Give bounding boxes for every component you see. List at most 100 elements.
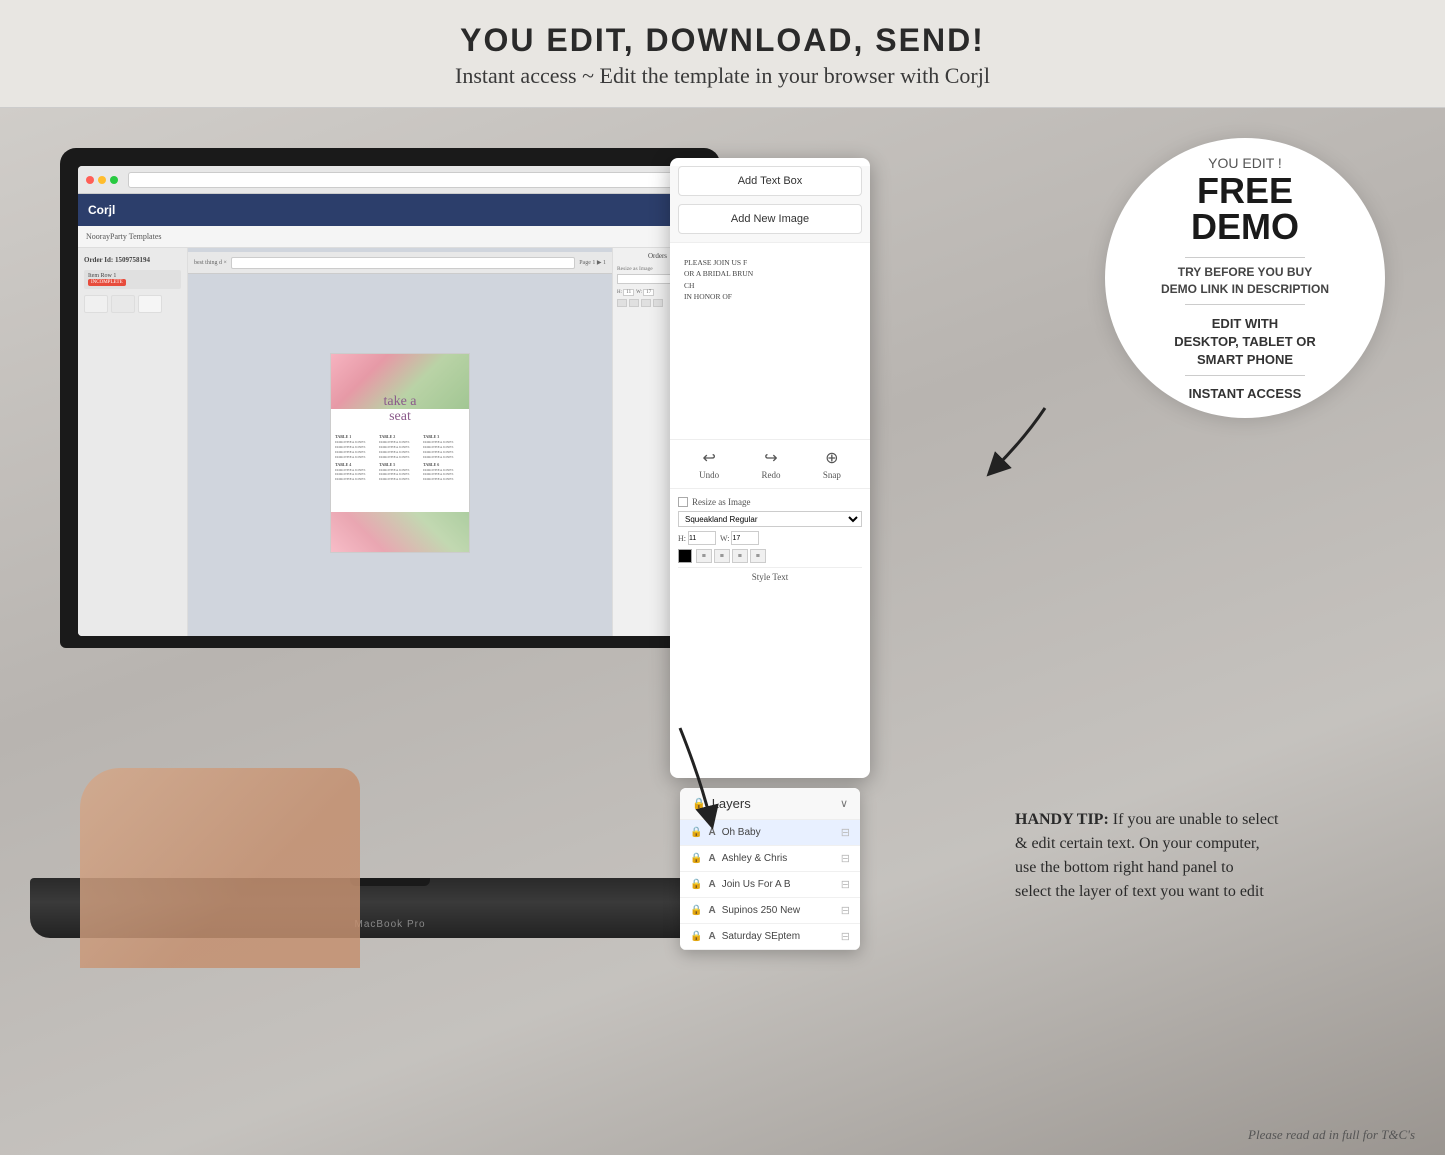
design-script-text: take aseat [331, 394, 469, 425]
redo-button[interactable]: ↪ Redo [761, 448, 780, 480]
table-col-2: TABLE 2 DOROTHEA JONESDOROTHEA JONESDORO… [379, 434, 421, 460]
align-right-btn[interactable]: ≡ [732, 549, 748, 563]
height-input[interactable] [688, 531, 716, 545]
table-col-3: TABLE 3 DOROTHEA JONESDOROTHEA JONESDORO… [423, 434, 465, 460]
align-btn-4[interactable] [653, 299, 663, 307]
layers-chevron-icon[interactable]: ∨ [840, 797, 848, 810]
color-swatch-black[interactable] [678, 549, 692, 563]
top-banner: YOU EDIT, DOWNLOAD, SEND! Instant access… [0, 0, 1445, 108]
resize-checkbox[interactable] [678, 497, 688, 507]
layer-item-2[interactable]: 🔒 A Join Us For A B ⊟ [680, 872, 860, 898]
layer-type-4: A [708, 931, 715, 942]
demo-divider-1 [1185, 257, 1305, 258]
layer-type-1: A [708, 853, 715, 864]
redo-label: Redo [761, 470, 780, 480]
floral-bottom [331, 512, 469, 552]
app-nav[interactable]: NoorayParty Templates [78, 226, 702, 248]
add-image-button[interactable]: Add New Image [678, 204, 862, 234]
layer-type-3: A [708, 905, 715, 916]
align-btn-1[interactable] [617, 299, 627, 307]
canvas-toolbar-text: best thing d × [194, 260, 227, 266]
demo-link-text: DEMO LINK IN DESCRIPTION [1161, 282, 1329, 296]
arrow-to-layers [620, 718, 740, 838]
mobile-controls: ↩ Undo ↪ Redo ⊕ Snap [670, 439, 870, 489]
align-justify-btn[interactable]: ≡ [750, 549, 766, 563]
table-col-6: TABLE 6 DOROTHEA JONESDOROTHEA JONESDORO… [423, 462, 465, 483]
footer-text: Please read ad in full for T&C's [1248, 1127, 1415, 1143]
align-btn-2[interactable] [629, 299, 639, 307]
thumbnail-1[interactable] [84, 295, 108, 313]
align-left-btn[interactable]: ≡ [696, 549, 712, 563]
font-select-mobile[interactable]: Squeakland Regular [678, 511, 862, 527]
app-content: Corjl NoorayParty Templates Order Id: 15… [78, 194, 702, 636]
resize-label: Resize as Image [692, 497, 750, 507]
design-preview: take aseat TABLE 1 DOROTHEA JONESDOROTHE… [330, 353, 470, 553]
mobile-preview-text: PLEASE JOIN US F OR A BRIDAL BRUN CH IN … [678, 251, 862, 431]
thumbnail-2[interactable] [111, 295, 135, 313]
canvas-toolbar: best thing d × Page 1 ▶ 1 [188, 252, 612, 274]
demo-divider-2 [1185, 304, 1305, 305]
handy-tip-text: HANDY TIP: If you are unable to select &… [1015, 808, 1395, 904]
align-center-btn[interactable]: ≡ [714, 549, 730, 563]
try-before-text: TRY BEFORE YOU BUY [1178, 265, 1312, 279]
width-field: W: [720, 531, 759, 545]
canvas-search[interactable] [231, 257, 575, 269]
browser-chrome [78, 166, 702, 194]
layer-delete-2[interactable]: ⊟ [841, 878, 850, 891]
app-sidebar: Order Id: 1509758194 Item Row 1 INCOMPLE… [78, 248, 188, 636]
main-area: Corjl NoorayParty Templates Order Id: 15… [0, 108, 1445, 1155]
layer-name-4: Saturday SEptem [722, 931, 835, 942]
browser-close-dot [86, 176, 94, 184]
thumbnail-3[interactable] [138, 295, 162, 313]
demo-you-edit: YOU EDIT ! [1208, 155, 1282, 171]
browser-address-bar[interactable] [128, 172, 688, 188]
snap-icon: ⊕ [823, 448, 841, 468]
align-btns: ≡ ≡ ≡ ≡ [696, 549, 766, 563]
laptop-hinge [350, 878, 430, 886]
undo-icon: ↩ [699, 448, 719, 468]
app-topbar: Corjl [78, 194, 702, 226]
demo-demo: DEMO [1191, 209, 1299, 245]
nav-breadcrumb: NoorayParty Templates [86, 232, 162, 241]
table-col-4: TABLE 4 DOROTHEA JONESDOROTHEA JONESDORO… [335, 462, 377, 483]
main-title: YOU EDIT, DOWNLOAD, SEND! [20, 22, 1425, 59]
hand [80, 768, 360, 968]
mobile-panel-header: Add Text Box Add New Image [670, 166, 870, 243]
layer-item-3[interactable]: 🔒 A Supinos 250 New ⊟ [680, 898, 860, 924]
hw-row: H: W: [678, 531, 862, 545]
snap-label: Snap [823, 470, 841, 480]
table-col-1: TABLE 1 DOROTHEA JONESDOROTHEA JONESDORO… [335, 434, 377, 460]
resize-row: Resize as Image [678, 497, 862, 507]
font-row: Squeakland Regular [678, 511, 862, 527]
layer-lock-2: 🔒 [690, 879, 702, 890]
layer-name-3: Supinos 250 New [722, 905, 835, 916]
app-main: Order Id: 1509758194 Item Row 1 INCOMPLE… [78, 248, 702, 636]
add-text-button[interactable]: Add Text Box [678, 166, 862, 196]
layer-item-4[interactable]: 🔒 A Saturday SEptem ⊟ [680, 924, 860, 950]
width-input[interactable] [731, 531, 759, 545]
layer-delete-3[interactable]: ⊟ [841, 904, 850, 917]
redo-icon: ↪ [761, 448, 780, 468]
incomplete-badge: INCOMPLETE [88, 279, 126, 286]
demo-circle: YOU EDIT ! FREE DEMO TRY BEFORE YOU BUY … [1105, 138, 1385, 418]
snap-button[interactable]: ⊕ Snap [823, 448, 841, 480]
layer-delete-1[interactable]: ⊟ [841, 852, 850, 865]
mobile-form-section: Resize as Image Squeakland Regular H: W: [670, 489, 870, 590]
handy-tip: HANDY TIP: If you are unable to select &… [1015, 808, 1395, 904]
layer-delete-0[interactable]: ⊟ [841, 826, 850, 839]
mobile-canvas-preview: PLEASE JOIN US F OR A BRIDAL BRUN CH IN … [678, 251, 862, 431]
layer-item-1[interactable]: 🔒 A Ashley & Chris ⊟ [680, 846, 860, 872]
page-indicator: Page 1 ▶ 1 [579, 259, 606, 266]
undo-label: Undo [699, 470, 719, 480]
order-id: Order Id: 1509758194 [84, 256, 181, 264]
macbook-label: MacBook Pro [354, 919, 425, 930]
app-canvas[interactable]: best thing d × Page 1 ▶ 1 take aseat [188, 248, 612, 636]
layer-delete-4[interactable]: ⊟ [841, 930, 850, 943]
undo-button[interactable]: ↩ Undo [699, 448, 719, 480]
align-btn-3[interactable] [641, 299, 651, 307]
demo-instant: INSTANT ACCESS [1189, 386, 1302, 401]
laptop: Corjl NoorayParty Templates Order Id: 15… [30, 148, 750, 968]
color-row: ≡ ≡ ≡ ≡ [678, 549, 862, 563]
laptop-screen-outer: Corjl NoorayParty Templates Order Id: 15… [60, 148, 720, 648]
sidebar-item-row[interactable]: Item Row 1 INCOMPLETE [84, 270, 181, 289]
